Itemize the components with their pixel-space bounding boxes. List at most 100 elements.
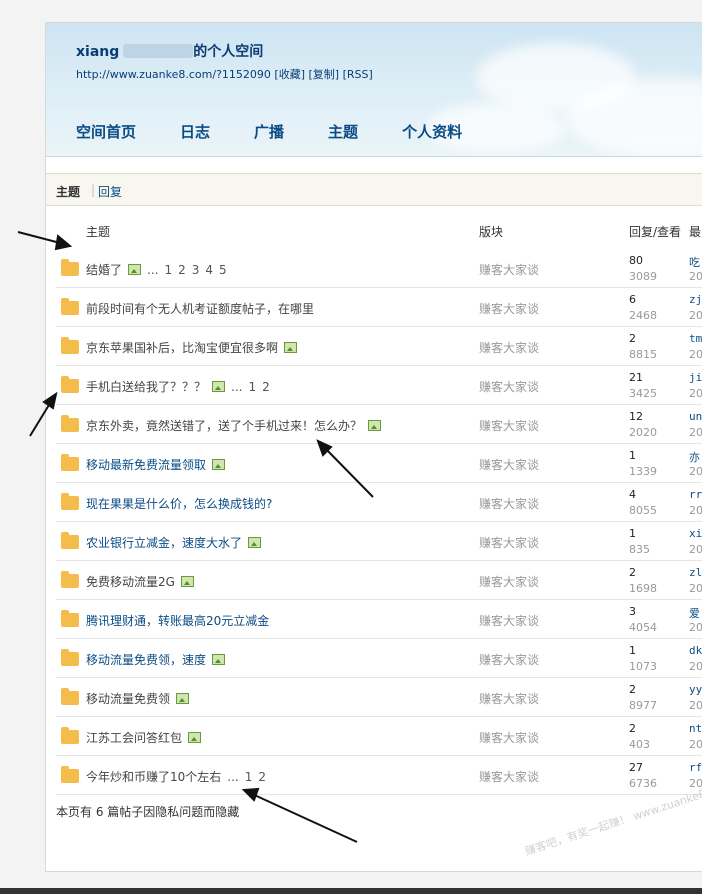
image-attachment-icon xyxy=(212,459,226,470)
reply-count: 2 xyxy=(629,332,636,345)
topic-subject[interactable]: 现在果果是什么价，怎么换成钱的? xyxy=(86,495,272,512)
col-subject: 主题 xyxy=(86,225,111,239)
space-url-link[interactable]: http://www.zuanke8.com/?1152090 xyxy=(76,68,271,81)
image-attachment-icon xyxy=(128,264,142,275)
nav-home[interactable]: 空间首页 xyxy=(76,121,136,142)
view-count: 2020 xyxy=(629,426,657,439)
image-attachment-icon xyxy=(368,420,382,431)
table-row: 农业银行立减金，速度大水了 赚客大家谈 1 835 xi 20 xyxy=(56,522,702,561)
topic-title[interactable]: 免费移动流量2G xyxy=(86,575,175,589)
bottom-strip xyxy=(0,888,702,894)
page-link[interactable]: 2 xyxy=(262,380,270,394)
topic-subject[interactable]: 江苏工会问答红包 xyxy=(86,729,202,746)
page-link[interactable]: 1 xyxy=(245,770,253,784)
view-count: 3089 xyxy=(629,270,657,283)
page-link[interactable]: 2 xyxy=(258,770,266,784)
page-link[interactable]: 5 xyxy=(219,263,227,277)
topic-subject[interactable]: 今年炒和币赚了10个左右... 1 2 xyxy=(86,768,266,785)
topic-title[interactable]: 移动流量免费领，速度 xyxy=(86,653,206,667)
reply-count: 2 xyxy=(629,566,636,579)
table-row: 今年炒和币赚了10个左右... 1 2 赚客大家谈 27 6736 rf 20 xyxy=(56,756,702,795)
last-poster[interactable]: 亦 xyxy=(689,449,700,465)
last-post-date: 20 xyxy=(689,543,702,556)
image-attachment-icon xyxy=(176,693,190,704)
view-count: 835 xyxy=(629,543,650,556)
last-poster[interactable]: nt xyxy=(689,722,702,735)
page-link[interactable]: 1 xyxy=(248,380,256,394)
favorite-link[interactable]: [收藏] xyxy=(274,68,305,81)
nav-profile[interactable]: 个人资料 xyxy=(402,121,462,142)
topic-subject[interactable]: 农业银行立减金，速度大水了 xyxy=(86,534,262,551)
col-board: 版块 xyxy=(479,225,504,239)
page-link[interactable]: 2 xyxy=(178,263,186,277)
last-poster[interactable]: rr xyxy=(689,488,702,501)
last-poster[interactable]: dk xyxy=(689,644,702,657)
topic-title[interactable]: 腾讯理财通，转账最高20元立减金 xyxy=(86,614,269,628)
last-poster[interactable]: yy xyxy=(689,683,702,696)
topic-title[interactable]: 农业银行立减金，速度大水了 xyxy=(86,536,242,550)
view-count: 8815 xyxy=(629,348,657,361)
last-poster[interactable]: un xyxy=(689,410,702,423)
view-count: 8055 xyxy=(629,504,657,517)
folder-icon xyxy=(61,610,79,627)
topic-subject[interactable]: 京东苹果国补后，比淘宝便宜很多啊 xyxy=(86,339,298,356)
last-post-date: 20 xyxy=(689,660,702,673)
copy-link[interactable]: [复制] xyxy=(309,68,340,81)
topic-subject[interactable]: 腾讯理财通，转账最高20元立减金 xyxy=(86,612,269,629)
rss-link[interactable]: [RSS] xyxy=(343,68,373,81)
title-suffix: 的个人空间 xyxy=(193,44,264,60)
last-poster[interactable]: ji xyxy=(689,371,702,384)
page-ellipsis: ... xyxy=(231,380,243,394)
folder-icon xyxy=(61,532,79,549)
last-poster[interactable]: rf xyxy=(689,761,702,774)
topic-subject[interactable]: 京东外卖，竟然送错了，送了个手机过来！怎么办？ xyxy=(86,417,382,434)
table-row: 京东外卖，竟然送错了，送了个手机过来！怎么办？ 赚客大家谈 12 2020 un 20 xyxy=(56,405,702,444)
last-poster[interactable]: tm xyxy=(689,332,702,345)
view-count: 403 xyxy=(629,738,650,751)
topic-title[interactable]: 结婚了 xyxy=(86,263,122,277)
table-row: 免费移动流量2G 赚客大家谈 2 1698 zl 20 xyxy=(56,561,702,600)
last-poster[interactable]: 吃 xyxy=(689,254,700,270)
page-link[interactable]: 1 xyxy=(164,263,172,277)
tab-replies[interactable]: 回复 xyxy=(98,183,122,200)
page-link[interactable]: 3 xyxy=(192,263,200,277)
topic-subject[interactable]: 结婚了... 1 2 3 4 5 xyxy=(86,261,227,278)
topic-title[interactable]: 现在果果是什么价，怎么换成钱的? xyxy=(86,497,272,511)
topic-title[interactable]: 移动流量免费领 xyxy=(86,692,170,706)
topic-title[interactable]: 今年炒和币赚了10个左右 xyxy=(86,770,221,784)
topic-title[interactable]: 江苏工会问答红包 xyxy=(86,731,182,745)
last-post-date: 20 xyxy=(689,465,702,478)
nav-broadcast[interactable]: 广播 xyxy=(254,121,284,142)
topic-title[interactable]: 京东苹果国补后，比淘宝便宜很多啊 xyxy=(86,341,278,355)
page-link[interactable]: 4 xyxy=(205,263,213,277)
topic-tabbar: 主题 | 回复 xyxy=(46,173,702,206)
last-poster[interactable]: zl xyxy=(689,566,702,579)
tab-topics[interactable]: 主题 xyxy=(56,183,80,200)
title-username: xiang xyxy=(76,44,120,60)
view-count: 8977 xyxy=(629,699,657,712)
last-poster[interactable]: zj xyxy=(689,293,702,306)
view-count: 4054 xyxy=(629,621,657,634)
topic-subject[interactable]: 移动最新免费流量领取 xyxy=(86,456,226,473)
last-poster[interactable]: 爱 xyxy=(689,605,700,621)
topic-subject[interactable]: 前段时间有个无人机考证额度帖子，在哪里 xyxy=(86,300,314,317)
folder-icon xyxy=(61,493,79,510)
table-row: 移动最新免费流量领取 赚客大家谈 1 1339 亦 20 xyxy=(56,444,702,483)
topic-subject[interactable]: 移动流量免费领，速度 xyxy=(86,651,226,668)
image-attachment-icon xyxy=(212,381,226,392)
page-ellipsis: ... xyxy=(147,263,159,277)
nav-topics[interactable]: 主题 xyxy=(328,121,358,142)
topic-subject[interactable]: 免费移动流量2G xyxy=(86,573,194,590)
nav-blog[interactable]: 日志 xyxy=(180,121,210,142)
topic-title[interactable]: 移动最新免费流量领取 xyxy=(86,458,206,472)
topic-title[interactable]: 前段时间有个无人机考证额度帖子，在哪里 xyxy=(86,302,314,316)
topic-subject[interactable]: 手机白送给我了？？？... 1 2 xyxy=(86,378,270,395)
board-name: 赚客大家谈 xyxy=(479,731,540,745)
table-row: 结婚了... 1 2 3 4 5 赚客大家谈 80 3089 吃 20 xyxy=(56,249,702,288)
topic-subject[interactable]: 移动流量免费领 xyxy=(86,690,190,707)
topic-title[interactable]: 京东外卖，竟然送错了，送了个手机过来！怎么办？ xyxy=(86,419,362,433)
board-name: 赚客大家谈 xyxy=(479,692,540,706)
space-title: xiang 的个人空间 xyxy=(76,41,263,61)
last-poster[interactable]: xi xyxy=(689,527,702,540)
topic-title[interactable]: 手机白送给我了？？？ xyxy=(86,380,206,394)
